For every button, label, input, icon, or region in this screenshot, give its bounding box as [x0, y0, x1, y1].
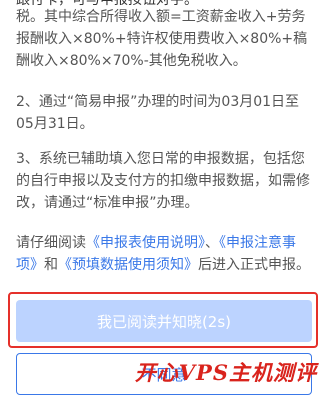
prefill-data-notice-link[interactable]: 《预填数据使用须知》	[58, 257, 198, 273]
separator-text: 、	[205, 235, 219, 251]
read-documents-notice: 请仔细阅读《申报表使用说明》、《申报注意事项》和《预填数据使用须知》后进入正式申…	[16, 232, 316, 276]
prefilled-data-rule: 3、系统已辅助填入您日常的申报数据，包括您的自行申报以及支付方的扣缴申报数据，如…	[16, 151, 310, 211]
instructions-link[interactable]: 《申报表使用说明》	[86, 235, 205, 251]
tax-declaration-notice-page: 跟付卡，可与申报按钮对字。 税。其中综合所得收入额=工资薪金收入+劳务报酬收入×…	[0, 0, 335, 395]
confirm-read-button[interactable]: 我已阅读并知晓(2s)	[16, 300, 312, 342]
declaration-period-rule: 2、通过“简易申报”办理的时间为03月01日至05月31日。	[16, 94, 300, 132]
and-text: 和	[44, 257, 58, 273]
income-calculation-rule: 税。其中综合所得收入额=工资薪金收入+劳务报酬收入×80%+特许权使用费收入×8…	[16, 9, 308, 69]
read-suffix-text: 后进入正式申报。	[198, 257, 310, 273]
read-prefix-text: 请仔细阅读	[16, 235, 86, 251]
